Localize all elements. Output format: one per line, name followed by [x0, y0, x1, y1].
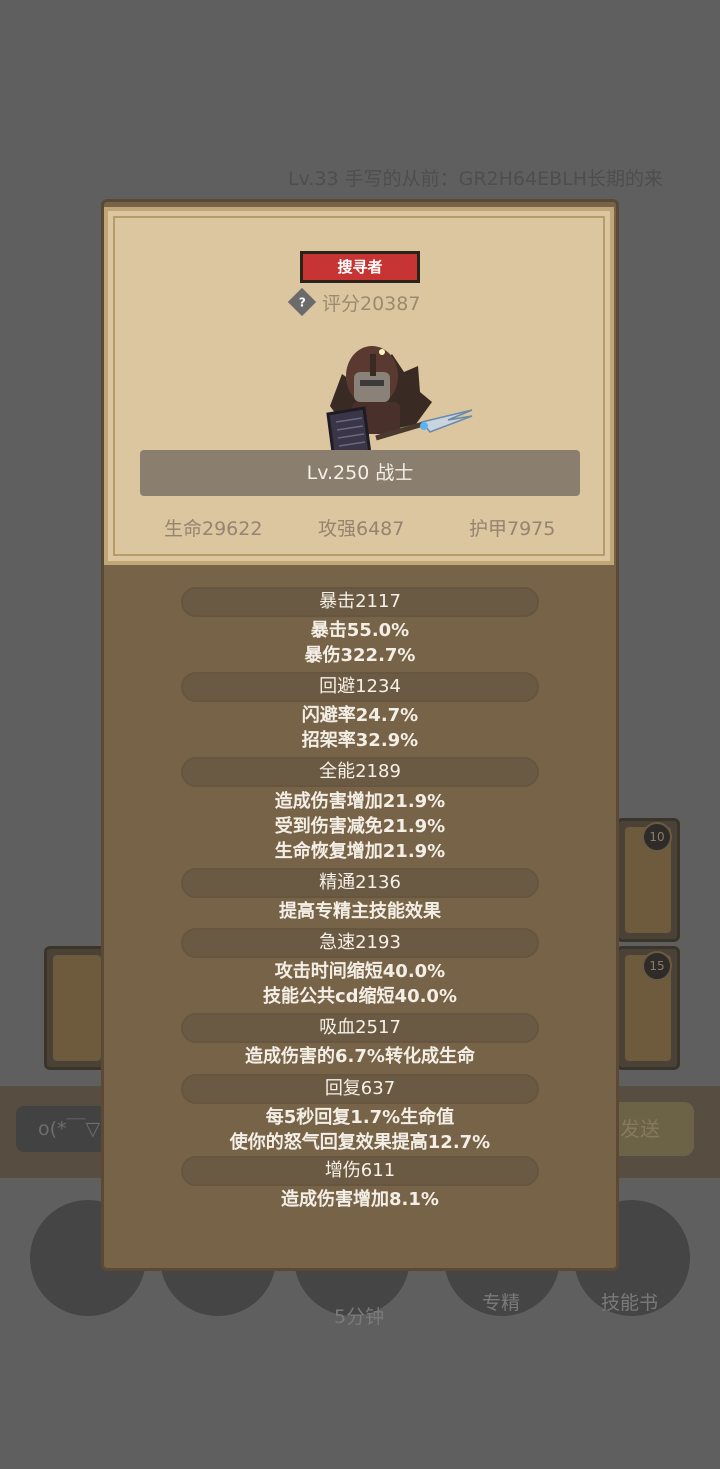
- skill-level-badge: 10: [642, 822, 672, 852]
- attr-line: 暴伤322.7%: [304, 645, 416, 666]
- send-button[interactable]: 发送: [606, 1102, 694, 1156]
- attr-line: 闪避率24.7%: [301, 705, 419, 726]
- attr-line: 造成伤害增加21.9%: [274, 791, 446, 812]
- level-class-bar: Lv.250 战士: [140, 450, 580, 496]
- title-badge: 搜寻者: [300, 251, 420, 283]
- attr-header-regen: 回复637: [181, 1074, 539, 1104]
- attr-line: 每5秒回复1.7%生命值: [265, 1107, 455, 1128]
- attr-header-versatility: 全能2189: [181, 757, 539, 787]
- send-button-label: 发送: [620, 1117, 660, 1141]
- attr-header-lifesteal: 吸血2517: [181, 1013, 539, 1043]
- nav-label-mastery: 专精: [482, 1292, 521, 1314]
- stat-hp: 生命29622: [164, 518, 263, 540]
- attr-line: 技能公共cd缩短40.0%: [262, 986, 457, 1007]
- nav-label-skillbook: 技能书: [601, 1292, 659, 1314]
- attr-line: 生命恢复增加21.9%: [274, 841, 446, 862]
- rating-row: ? 评分20387: [287, 287, 421, 317]
- warrior-avatar-icon: [326, 346, 473, 462]
- attr-line: 使你的怒气回复效果提高12.7%: [229, 1132, 491, 1153]
- attr-header-haste: 急速2193: [181, 928, 539, 958]
- chat-message-line: Lv.33 手写的从前：GR2H64EBLH长期的来: [288, 168, 664, 190]
- nav-label-timer: 5分钟: [334, 1306, 385, 1328]
- attr-header-mastery: 精通2136: [181, 868, 539, 898]
- attr-line: 暴击55.0%: [310, 620, 410, 641]
- stat-attack: 攻强6487: [318, 518, 405, 540]
- help-icon[interactable]: ?: [287, 287, 317, 317]
- attr-line: 攻击时间缩短40.0%: [274, 961, 446, 982]
- attr-line: 受到伤害减免21.9%: [274, 816, 446, 837]
- attr-header-damage: 增伤611: [181, 1156, 539, 1186]
- attr-header-evasion: 回避1234: [181, 672, 539, 702]
- attr-line: 造成伤害增加8.1%: [281, 1189, 439, 1210]
- stat-armor: 护甲7975: [469, 518, 556, 540]
- rating-score: 评分20387: [322, 292, 421, 315]
- attr-line: 造成伤害的6.7%转化成生命: [245, 1046, 475, 1067]
- attr-line: 提高专精主技能效果: [279, 901, 441, 922]
- skill-level-badge: 15: [642, 951, 672, 981]
- attr-line: 招架率32.9%: [301, 730, 419, 751]
- attr-header-crit: 暴击2117: [181, 587, 539, 617]
